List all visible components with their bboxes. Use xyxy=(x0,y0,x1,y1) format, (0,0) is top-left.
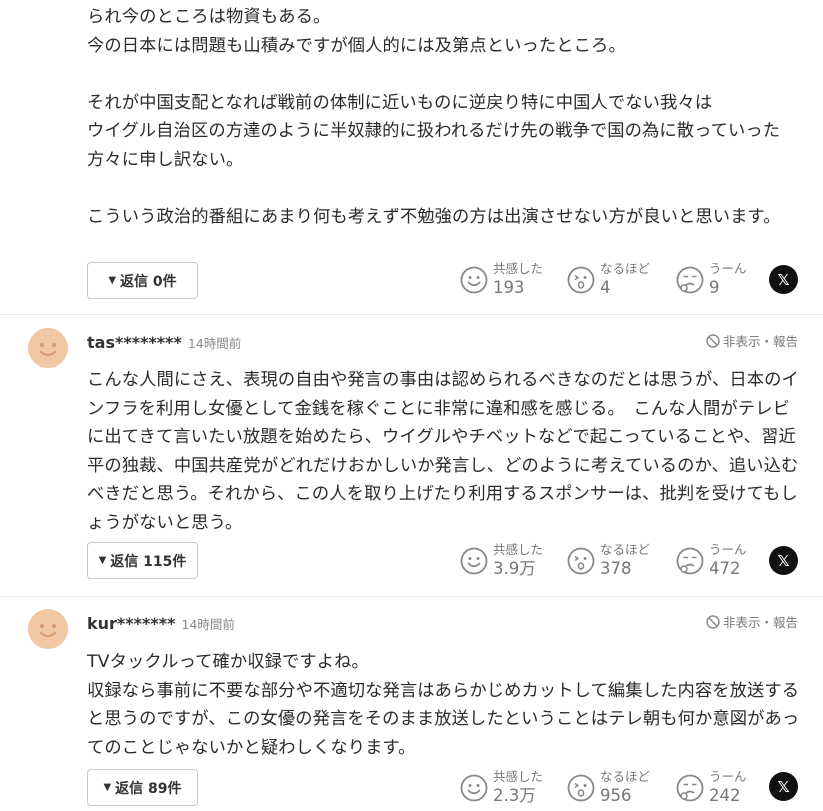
naruhodo-count: 378 xyxy=(600,559,632,578)
username[interactable]: tas******** xyxy=(87,333,182,352)
uun-count: 472 xyxy=(709,559,741,578)
divider xyxy=(0,314,823,315)
share-x-button[interactable]: 𝕏 xyxy=(769,772,798,801)
hide-report-label: 非表示・報告 xyxy=(722,615,798,630)
uun-button[interactable]: うーん 472 xyxy=(676,542,747,580)
surprised-face-icon xyxy=(567,266,595,294)
comment-body: TVタックルって確か収録ですよね。 収録なら事前に不要な部分や不適切な発言はあら… xyxy=(87,652,800,758)
uun-label: うーん xyxy=(709,769,747,784)
empathy-button[interactable]: 共感した 2.3万 xyxy=(460,769,543,807)
uun-label: うーん xyxy=(709,261,747,276)
username[interactable]: kur******* xyxy=(87,614,176,633)
uun-label: うーん xyxy=(709,542,747,557)
uun-count: 242 xyxy=(709,786,741,805)
share-x-button[interactable]: 𝕏 xyxy=(769,546,798,575)
divider xyxy=(0,596,823,597)
empathy-button[interactable]: 共感した 193 xyxy=(460,261,543,299)
reply-label: 返信 89件 xyxy=(115,780,182,797)
hide-report-link[interactable]: 非表示・報告 xyxy=(706,612,798,631)
thinking-face-icon xyxy=(676,266,704,294)
caret-down-icon: ▼ xyxy=(98,555,107,566)
uun-button[interactable]: うーん 9 xyxy=(676,261,747,299)
hide-report-link[interactable]: 非表示・報告 xyxy=(706,331,798,350)
empathy-label: 共感した xyxy=(493,261,544,276)
reply-label: 返信 115件 xyxy=(110,553,187,570)
smile-face-icon xyxy=(460,266,488,294)
caret-down-icon: ▼ xyxy=(103,782,112,793)
thinking-face-icon xyxy=(676,547,704,575)
prohibited-icon xyxy=(706,614,720,629)
naruhodo-label: なるほど xyxy=(600,769,651,784)
surprised-face-icon xyxy=(567,547,595,575)
empathy-label: 共感した xyxy=(493,769,544,784)
thinking-face-icon xyxy=(676,774,704,802)
naruhodo-button[interactable]: なるほど 4 xyxy=(567,261,650,299)
reply-toggle-button[interactable]: ▼ 返信 115件 xyxy=(87,542,198,579)
empathy-button[interactable]: 共感した 3.9万 xyxy=(460,542,543,580)
naruhodo-count: 956 xyxy=(600,786,632,805)
comment-body: られ今のところは物資もある。 今の日本には問題も山積みですが個人的には及第点とい… xyxy=(87,7,781,227)
smiley-avatar-icon[interactable] xyxy=(28,609,68,649)
reply-label: 返信 0件 xyxy=(120,273,177,290)
empathy-label: 共感した xyxy=(493,542,544,557)
share-x-button[interactable]: 𝕏 xyxy=(769,265,798,294)
hide-report-label: 非表示・報告 xyxy=(722,334,798,349)
caret-down-icon: ▼ xyxy=(108,275,117,286)
smile-face-icon xyxy=(460,774,488,802)
naruhodo-count: 4 xyxy=(600,278,611,297)
smiley-avatar-icon[interactable] xyxy=(28,328,68,368)
user-line: kur******* 14時間前 xyxy=(87,614,235,633)
reply-toggle-button[interactable]: ▼ 返信 0件 xyxy=(87,262,198,299)
empathy-count: 3.9万 xyxy=(493,559,536,578)
prohibited-icon xyxy=(706,333,720,348)
smile-face-icon xyxy=(460,547,488,575)
post-time: 14時間前 xyxy=(181,617,235,632)
comment-body: こんな人間にさえ、表現の自由や発言の事由は認められるべきなのだとは思うが、日本の… xyxy=(87,370,799,533)
user-line: tas******** 14時間前 xyxy=(87,333,241,352)
uun-button[interactable]: うーん 242 xyxy=(676,769,747,807)
reply-toggle-button[interactable]: ▼ 返信 89件 xyxy=(87,769,198,806)
naruhodo-button[interactable]: なるほど 378 xyxy=(567,542,650,580)
naruhodo-button[interactable]: なるほど 956 xyxy=(567,769,650,807)
surprised-face-icon xyxy=(567,774,595,802)
empathy-count: 193 xyxy=(493,278,525,297)
naruhodo-label: なるほど xyxy=(600,542,651,557)
naruhodo-label: なるほど xyxy=(600,261,651,276)
uun-count: 9 xyxy=(709,278,720,297)
empathy-count: 2.3万 xyxy=(493,786,536,805)
post-time: 14時間前 xyxy=(187,336,242,351)
